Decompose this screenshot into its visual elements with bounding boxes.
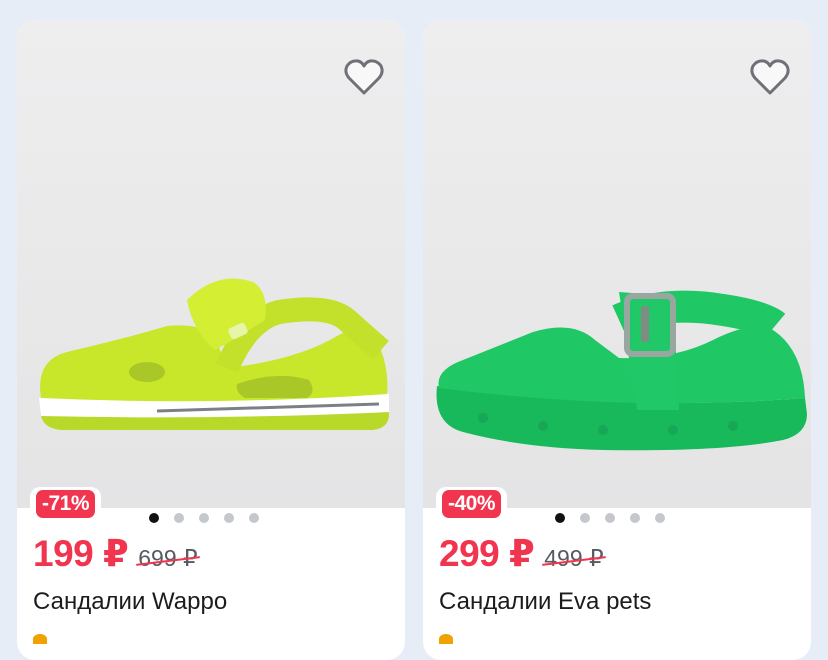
old-price: 699 ₽	[138, 545, 198, 571]
price-row: 299 ₽ 499 ₽	[439, 532, 604, 575]
current-price: 199 ₽	[33, 533, 129, 574]
price-row: 199 ₽ 699 ₽	[33, 532, 198, 575]
carousel-dot[interactable]	[630, 513, 640, 523]
carousel-dot[interactable]	[149, 513, 159, 523]
current-price: 299 ₽	[439, 533, 535, 574]
carousel-dot[interactable]	[580, 513, 590, 523]
product-card[interactable]: -71% 199 ₽ 699 ₽ Сандалии Wappo	[17, 20, 405, 660]
carousel-dot[interactable]	[174, 513, 184, 523]
carousel-dots[interactable]	[149, 513, 259, 523]
product-title[interactable]: Сандалии Wappo	[33, 588, 227, 616]
favorite-button[interactable]	[747, 54, 793, 100]
heart-outline-icon	[344, 59, 384, 95]
carousel-dot[interactable]	[224, 513, 234, 523]
discount-label: -40%	[442, 490, 502, 518]
heart-outline-icon	[750, 59, 790, 95]
product-photo[interactable]	[17, 20, 405, 508]
product-grid: -71% 199 ₽ 699 ₽ Сандалии Wappo -40% 299…	[0, 0, 828, 660]
product-card[interactable]: -40% 299 ₽ 499 ₽ Сандалии Eva pets	[423, 20, 811, 660]
carousel-dots[interactable]	[555, 513, 665, 523]
favorite-button[interactable]	[341, 54, 387, 100]
carousel-dot[interactable]	[555, 513, 565, 523]
discount-badge: -40%	[436, 487, 508, 521]
carousel-dot[interactable]	[199, 513, 209, 523]
rating-star-icon	[33, 634, 47, 644]
discount-label: -71%	[36, 490, 96, 518]
carousel-dot[interactable]	[249, 513, 259, 523]
product-photo[interactable]	[423, 20, 811, 508]
old-price: 499 ₽	[544, 545, 604, 571]
product-title[interactable]: Сандалии Eva pets	[439, 588, 651, 616]
carousel-dot[interactable]	[605, 513, 615, 523]
discount-badge: -71%	[30, 487, 102, 521]
carousel-dot[interactable]	[655, 513, 665, 523]
rating-star-icon	[439, 634, 453, 644]
